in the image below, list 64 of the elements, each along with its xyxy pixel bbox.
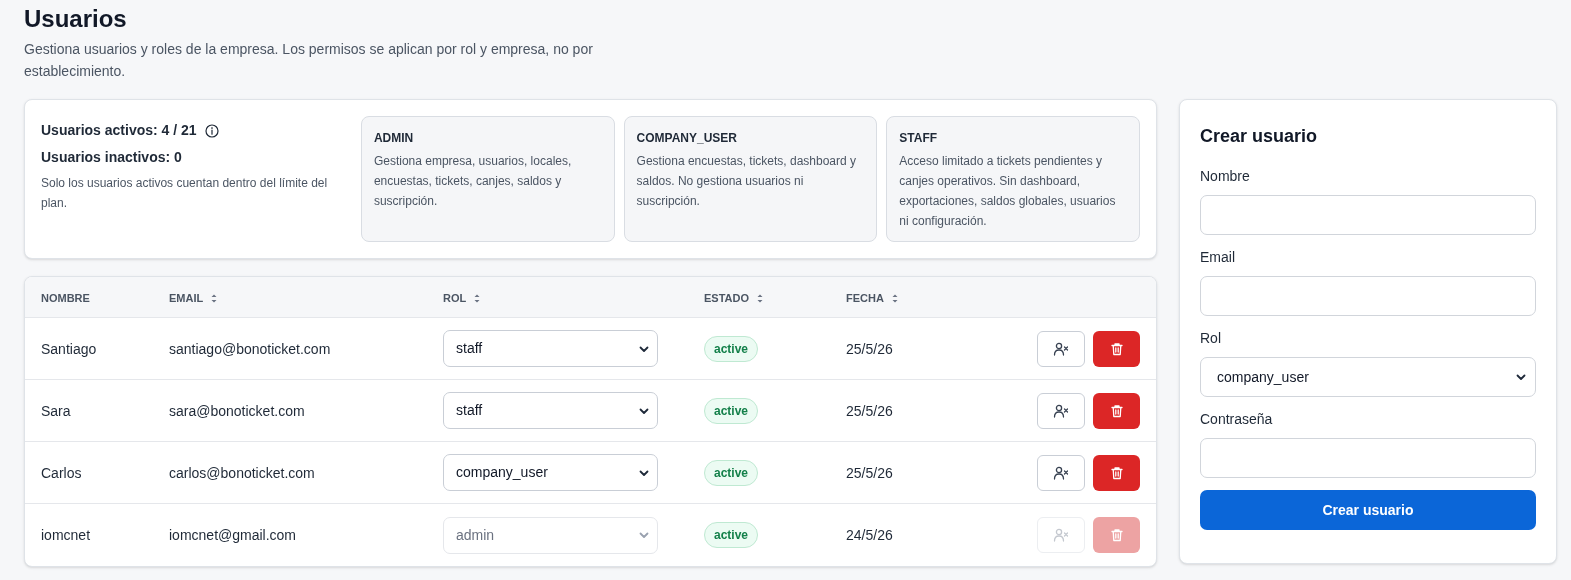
- role-select[interactable]: staff: [443, 330, 658, 367]
- sort-icon: [474, 293, 481, 303]
- user-email: iomcnet@gmail.com: [169, 527, 297, 543]
- column-header: NOMBRE: [41, 291, 90, 306]
- input-field[interactable]: [1200, 438, 1536, 478]
- created-date: 25/5/26: [846, 464, 893, 481]
- role-name: ADMIN: [373, 130, 415, 147]
- role-select[interactable]: company_user: [1200, 357, 1536, 397]
- status-badge: active: [704, 335, 759, 362]
- role-description: Acceso limitado a tickets pendientes y canjes operativos. Sin dashboard, exportaciones, saldos globales, usuarios ni configuración.: [899, 153, 1117, 230]
- deactivate-user-button[interactable]: [1037, 454, 1085, 491]
- page-description: Gestiona usuarios y roles de la empresa. Los permisos se aplican por rol y empresa, no por establecimiento.: [24, 40, 594, 81]
- form-title: Crear usuario: [1200, 125, 1319, 148]
- column-header[interactable]: FECHA: [846, 290, 898, 307]
- user-remove-icon: [1053, 464, 1069, 481]
- sort-icon: [211, 293, 218, 303]
- sort-icon: [891, 293, 898, 303]
- delete-user-button[interactable]: [1093, 454, 1140, 491]
- user-name: iomcnet: [41, 527, 91, 543]
- user-remove-icon: [1053, 340, 1069, 357]
- deactivate-user-button[interactable]: [1037, 330, 1085, 367]
- create-user-button[interactable]: Crear usuario: [1200, 490, 1536, 530]
- trash-icon: [1109, 465, 1124, 480]
- column-header[interactable]: ESTADO: [704, 290, 764, 307]
- user-name: Carlos: [41, 464, 82, 481]
- user-name: Santiago: [41, 340, 97, 357]
- status-badge: active: [704, 397, 759, 424]
- plan-limit-note: Solo los usuarios activos cuentan dentro del límite del plan.: [41, 175, 329, 212]
- field-label: Rol: [1200, 329, 1222, 348]
- user-email: carlos@bonoticket.com: [169, 464, 315, 481]
- trash-icon: [1109, 528, 1124, 542]
- field-label: Nombre: [1200, 167, 1251, 186]
- status-badge: active: [704, 459, 759, 486]
- user-email: sara@bonoticket.com: [169, 402, 305, 419]
- input-field[interactable]: [1200, 276, 1536, 316]
- sort-icon: [757, 293, 764, 303]
- user-name: Sara: [41, 402, 71, 419]
- trash-icon: [1109, 403, 1124, 418]
- info-icon: [204, 123, 219, 138]
- user-email: santiago@bonoticket.com: [169, 340, 331, 357]
- page-title: Usuarios: [24, 4, 128, 34]
- created-date: 25/5/26: [846, 340, 893, 357]
- role-select[interactable]: staff: [443, 392, 658, 429]
- user-remove-icon: [1053, 402, 1069, 419]
- field-label: Email: [1200, 248, 1236, 267]
- role-description: Gestiona empresa, usuarios, locales, encuestas, tickets, canjes, saldos y suscripción.: [373, 153, 573, 210]
- deactivate-user-button[interactable]: [1037, 392, 1085, 429]
- role-select[interactable]: company_user: [443, 454, 658, 491]
- role-name: COMPANY_USER: [636, 130, 739, 147]
- trash-icon: [1109, 341, 1124, 356]
- user-remove-icon: [1053, 527, 1069, 543]
- field-label: Contraseña: [1200, 410, 1274, 429]
- inactive-users-count: Usuarios inactivos: 0: [41, 148, 183, 167]
- status-badge: active: [704, 522, 759, 548]
- delete-user-button[interactable]: [1093, 392, 1140, 429]
- role-name: STAFF: [899, 130, 939, 147]
- column-header[interactable]: EMAIL: [169, 290, 218, 307]
- active-users-count: Usuarios activos: 4 / 21: [41, 121, 197, 140]
- created-date: 25/5/26: [846, 402, 893, 419]
- input-field[interactable]: [1200, 195, 1536, 235]
- role-description: Gestiona encuestas, tickets, dashboard y saldos. No gestiona usuarios ni suscripción.: [636, 153, 858, 210]
- delete-user-button[interactable]: [1093, 330, 1140, 367]
- column-header[interactable]: ROL: [443, 290, 481, 307]
- created-date: 24/5/26: [846, 527, 893, 543]
